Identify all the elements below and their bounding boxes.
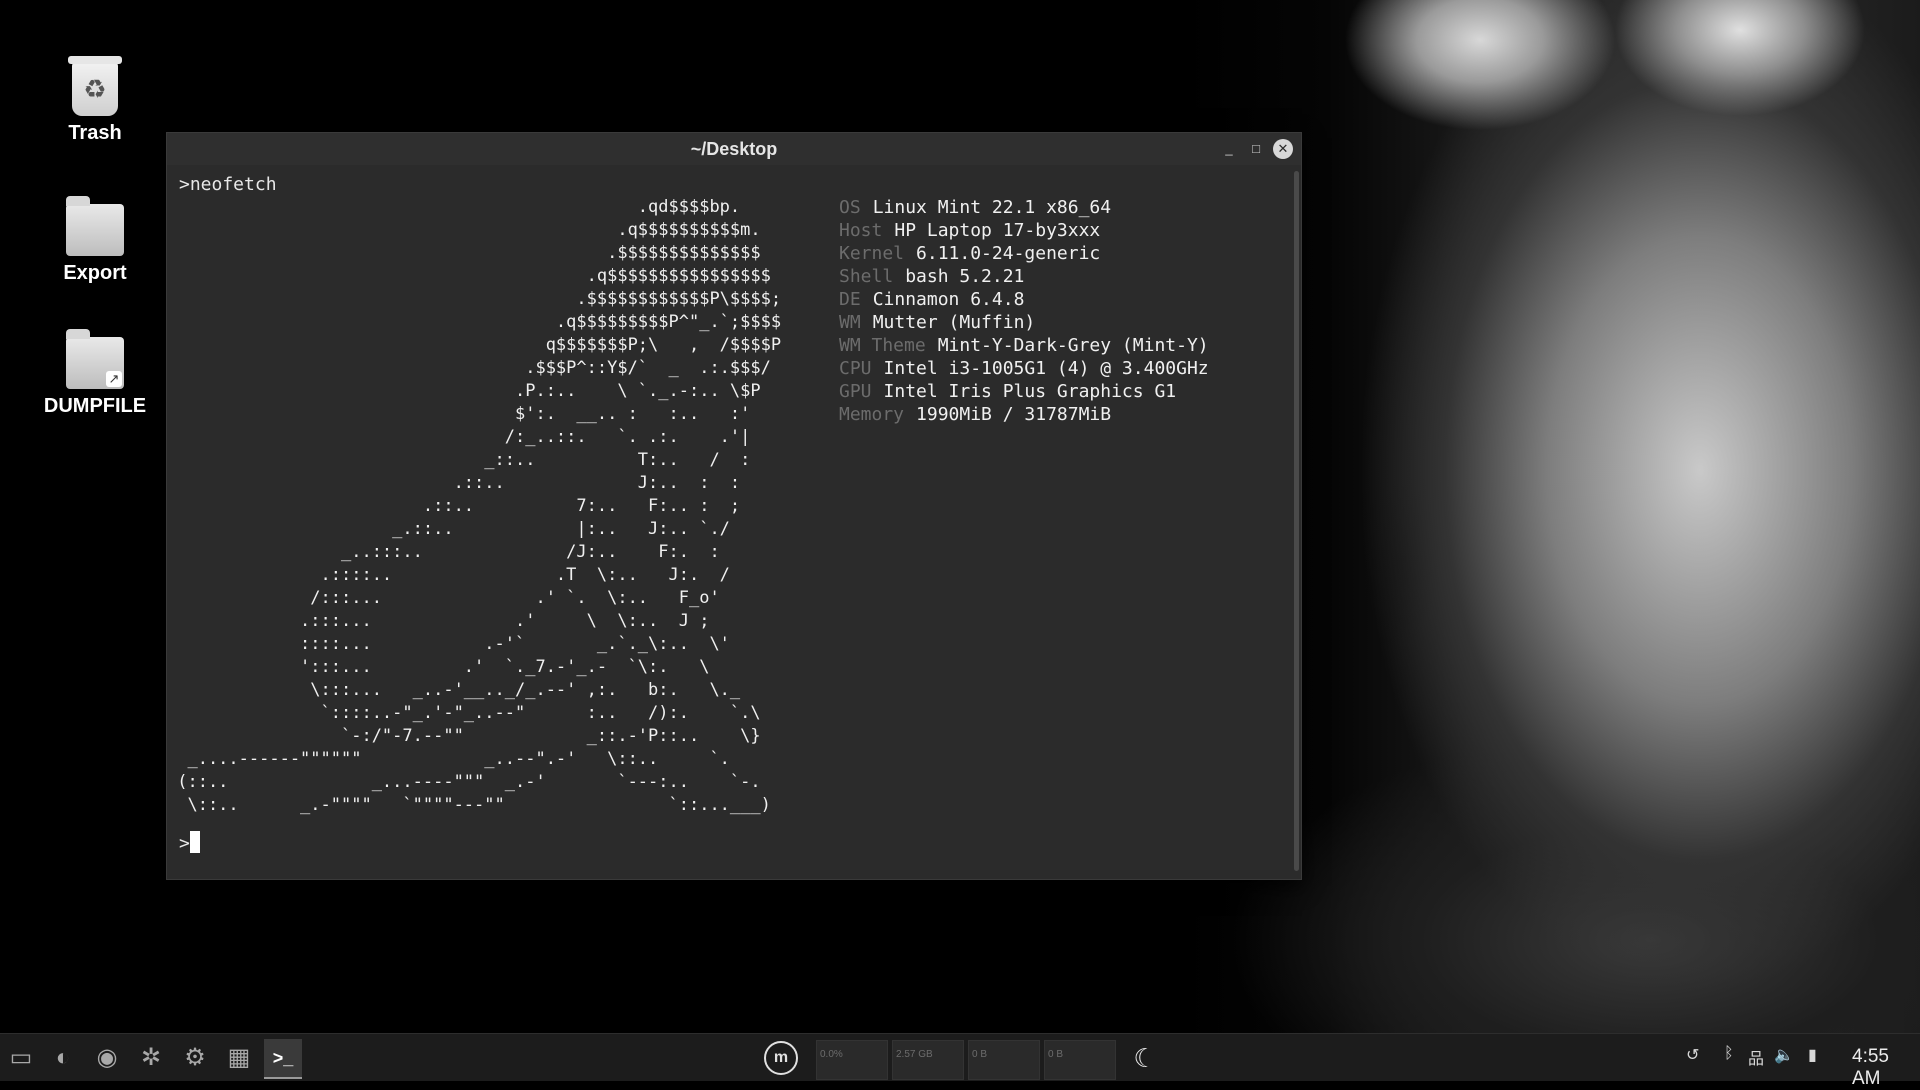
- taskbar-launcher-system-monitor[interactable]: ▦: [220, 1039, 258, 1077]
- bug-icon: ✲: [140, 1044, 162, 1071]
- window-title: ~/Desktop: [690, 139, 778, 159]
- link-arrow-icon: ↗: [106, 371, 122, 387]
- taskbar-launcher-terminal[interactable]: >_: [264, 1039, 302, 1079]
- desktop-icon-export[interactable]: Export: [40, 196, 150, 285]
- monitor-graph-memory[interactable]: 2.57 GB: [892, 1040, 964, 1080]
- settings-icon: ⚙: [184, 1044, 206, 1071]
- monitor-value: 2.57 GB: [896, 1049, 933, 1060]
- network-icon[interactable]: 品: [1748, 1045, 1764, 1069]
- info-row: OS Linux Mint 22.1 x86_64: [839, 196, 1209, 219]
- folder-icon: ▭: [9, 1044, 33, 1071]
- info-value: Intel Iris Plus Graphics G1: [883, 381, 1177, 402]
- volume-icon[interactable]: 🔈: [1774, 1045, 1794, 1065]
- terminal-output[interactable]: >neofetch .qd$$$$bp. .q$$$$$$$$$$m. .$$$…: [167, 165, 1291, 879]
- taskbar-launcher-settings[interactable]: ⚙: [176, 1039, 214, 1077]
- info-key: Memory: [839, 404, 905, 425]
- desktop-icon-label: DUMPFILE: [43, 395, 147, 417]
- minimize-button[interactable]: _: [1219, 139, 1239, 159]
- trash-icon: ♻: [68, 56, 122, 116]
- folder-icon: [66, 196, 124, 256]
- clock[interactable]: 4:55 AM: [1852, 1046, 1920, 1090]
- neofetch-ascii-logo: .qd$$$$bp. .q$$$$$$$$$$m. .$$$$$$$$$$$$$…: [177, 197, 782, 815]
- monitor-graph-disk[interactable]: 0 B: [1044, 1040, 1116, 1080]
- mint-menu-icon: m: [773, 1049, 789, 1066]
- info-row: Host HP Laptop 17-by3xxx: [839, 219, 1209, 242]
- monitor-value: 0.0%: [820, 1049, 843, 1060]
- system-info-list: OS Linux Mint 22.1 x86_64 Host HP Laptop 17…: [839, 196, 1209, 426]
- command-line: >neofetch: [179, 174, 277, 195]
- info-key: OS: [839, 197, 861, 218]
- info-key: WM Theme: [839, 335, 926, 356]
- night-light-button[interactable]: ☾: [1128, 1041, 1162, 1075]
- firefox-icon: ◐: [55, 1044, 71, 1071]
- info-key: CPU: [839, 358, 872, 379]
- info-value: Cinnamon 6.4.8: [872, 289, 1025, 310]
- github-icon: ◉: [96, 1044, 118, 1071]
- update-icon[interactable]: ↺: [1686, 1045, 1699, 1065]
- info-value: Intel i3-1005G1 (4) @ 3.400GHz: [883, 358, 1209, 379]
- terminal-scrollbar[interactable]: [1294, 171, 1299, 871]
- monitor-value: 0 B: [972, 1049, 988, 1060]
- info-value: bash 5.2.21: [905, 266, 1025, 287]
- desktop: ♻ Trash Export ↗ DUMPFILE ~/Desktop _ □ …: [0, 0, 1920, 1033]
- monitor-graph-cpu[interactable]: 0.0%: [816, 1040, 888, 1080]
- info-value: 1990MiB / 31787MiB: [916, 404, 1112, 425]
- desktop-icon-dumpfile[interactable]: ↗ DUMPFILE: [40, 329, 150, 418]
- info-row: Kernel 6.11.0-24-generic: [839, 242, 1209, 265]
- info-row: WM Mutter (Muffin): [839, 311, 1209, 334]
- folder-link-icon: ↗: [66, 329, 124, 389]
- info-key: DE: [839, 289, 861, 310]
- terminal-prompt[interactable]: >: [179, 831, 200, 855]
- terminal-icon: >_: [272, 1048, 294, 1068]
- info-key: Kernel: [839, 243, 905, 264]
- info-key: GPU: [839, 381, 872, 402]
- monitor-app-icon: ▦: [227, 1044, 251, 1071]
- info-key: Host: [839, 220, 883, 241]
- terminal-window[interactable]: ~/Desktop _ □ ✕ >neofetch .qd$$$$bp. .q$…: [166, 132, 1302, 880]
- window-titlebar[interactable]: ~/Desktop _ □ ✕: [167, 133, 1301, 165]
- close-button[interactable]: ✕: [1273, 139, 1293, 159]
- info-key: WM: [839, 312, 861, 333]
- taskbar: ▭ ◐ ◉ ✲ ⚙ ▦ >_ m 0.0% 2.57 GB 0 B 0 B ☾ ↺ ᛒ 品 🔈 ▮ 4:5…: [0, 1033, 1920, 1089]
- text-cursor: [189, 831, 200, 853]
- prompt-symbol: >: [179, 833, 190, 854]
- desktop-icon-trash[interactable]: ♻ Trash: [40, 56, 150, 145]
- taskbar-launcher-github[interactable]: ◉: [88, 1039, 126, 1077]
- info-key: Shell: [839, 266, 894, 287]
- mint-menu-button[interactable]: m: [764, 1041, 798, 1075]
- maximize-button[interactable]: □: [1246, 139, 1266, 159]
- taskbar-launcher-bug-tool[interactable]: ✲: [132, 1039, 170, 1077]
- info-value: Mint-Y-Dark-Grey (Mint-Y): [937, 335, 1209, 356]
- info-value: 6.11.0-24-generic: [916, 243, 1101, 264]
- info-row: CPU Intel i3-1005G1 (4) @ 3.400GHz: [839, 357, 1209, 380]
- monitor-graph-network[interactable]: 0 B: [968, 1040, 1040, 1080]
- taskbar-launcher-firefox[interactable]: ◐: [44, 1039, 82, 1077]
- info-value: Linux Mint 22.1 x86_64: [872, 197, 1112, 218]
- desktop-icon-label: Trash: [68, 122, 122, 144]
- desktop-icon-label: Export: [63, 262, 127, 284]
- info-row: WM Theme Mint-Y-Dark-Grey (Mint-Y): [839, 334, 1209, 357]
- info-row: Memory 1990MiB / 31787MiB: [839, 403, 1209, 426]
- bluetooth-icon[interactable]: ᛒ: [1724, 1045, 1734, 1063]
- info-row: DE Cinnamon 6.4.8: [839, 288, 1209, 311]
- info-value: Mutter (Muffin): [872, 312, 1036, 333]
- monitor-value: 0 B: [1048, 1049, 1064, 1060]
- taskbar-launcher-files[interactable]: ▭: [2, 1039, 40, 1077]
- info-value: HP Laptop 17-by3xxx: [894, 220, 1101, 241]
- info-row: GPU Intel Iris Plus Graphics G1: [839, 380, 1209, 403]
- info-row: Shell bash 5.2.21: [839, 265, 1209, 288]
- battery-icon[interactable]: ▮: [1808, 1045, 1817, 1065]
- moon-icon: ☾: [1133, 1043, 1157, 1073]
